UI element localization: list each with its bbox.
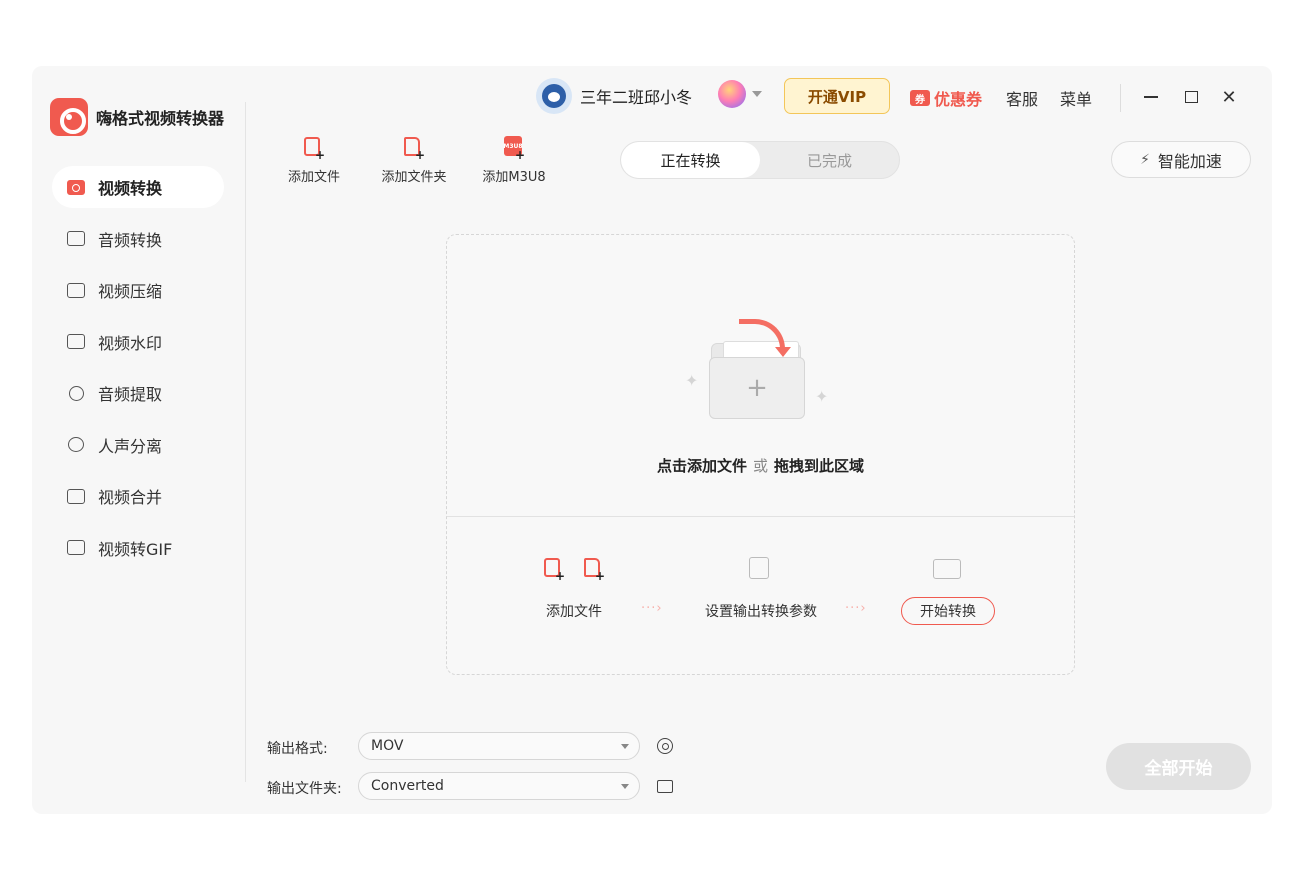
sidebar-item-label: 音频提取: [98, 381, 162, 405]
tab-completed[interactable]: 已完成: [760, 142, 899, 178]
add-m3u8-label: 添加M3U8: [482, 170, 545, 185]
output-format-label: 输出格式:: [267, 738, 328, 758]
add-m3u8-icon: M3U8+: [503, 136, 525, 160]
coupon-icon: 券: [910, 90, 930, 106]
output-folder-label: 输出文件夹:: [267, 778, 342, 798]
vip-button[interactable]: 开通VIP: [784, 78, 890, 114]
sidebar-item-video-convert[interactable]: 视频转换: [52, 166, 224, 208]
chevron-down-icon: [621, 744, 629, 749]
drop-hint-drag: 拖拽到此区域: [774, 457, 864, 475]
coupon-label: 优惠券: [934, 86, 982, 110]
sidebar-item-label: 视频水印: [98, 330, 162, 354]
chevron-down-icon: [621, 784, 629, 789]
status-tabs: 正在转换 已完成: [620, 141, 900, 179]
convert-video-icon: [933, 559, 961, 579]
sparkle-icon: ✦: [685, 371, 698, 390]
minimize-icon: [1144, 96, 1158, 98]
sidebar-item-video-merge[interactable]: 视频合并: [52, 475, 224, 517]
sidebar-item-label: 视频转换: [98, 175, 162, 199]
add-folder-label: 添加文件夹: [381, 170, 446, 185]
format-settings-button[interactable]: [656, 737, 674, 755]
sidebar-item-audio-extract[interactable]: 音频提取: [52, 372, 224, 414]
header-divider: [1120, 84, 1121, 112]
lightning-icon: ⚡: [1140, 152, 1150, 168]
user-profile[interactable]: 三年二班邱小冬: [536, 78, 692, 114]
folder-icon: [657, 780, 673, 793]
add-folder-icon: +: [403, 136, 425, 160]
tab-converting[interactable]: 正在转换: [621, 142, 760, 178]
sidebar-divider: [245, 102, 246, 782]
step-settings-label: 设置输出转换参数: [705, 601, 817, 621]
member-badge[interactable]: [718, 80, 762, 108]
video-watermark-icon: [66, 333, 86, 351]
video-convert-icon: [66, 178, 86, 196]
drop-zone[interactable]: + ✦ ✦ 点击添加文件或拖拽到此区域 + + 添加文件 ···› 设置输出转换…: [446, 234, 1075, 675]
drop-hint-click: 点击添加文件: [657, 457, 747, 475]
app-window: 嗨格式视频转换器 视频转换 音频转换 视频压缩 视频水印 音频提取 人声分离: [32, 66, 1272, 814]
output-folder-value: Converted: [371, 778, 444, 794]
step-arrow-icon: ···›: [641, 601, 663, 616]
accelerate-button[interactable]: ⚡ 智能加速: [1111, 141, 1251, 178]
diamond-icon: [718, 80, 746, 108]
open-folder-button[interactable]: [656, 777, 674, 795]
close-button[interactable]: ✕: [1216, 84, 1242, 110]
sidebar-item-label: 视频转GIF: [98, 536, 172, 560]
sidebar-item-video-watermark[interactable]: 视频水印: [52, 321, 224, 363]
start-all-button[interactable]: 全部开始: [1106, 743, 1251, 790]
audio-extract-icon: [66, 384, 86, 402]
menu-button[interactable]: 菜单: [1060, 86, 1092, 110]
app-title: 嗨格式视频转换器: [96, 105, 224, 129]
drop-divider: [447, 516, 1074, 517]
video-merge-icon: [66, 487, 86, 505]
drop-hint: 点击添加文件或拖拽到此区域: [447, 455, 1074, 476]
step-arrow-icon: ···›: [845, 601, 867, 616]
sidebar-nav: 视频转换 音频转换 视频压缩 视频水印 音频提取 人声分离 视频合并 视频转G: [52, 166, 224, 578]
output-folder-select[interactable]: Converted: [358, 772, 640, 800]
sidebar-item-label: 视频压缩: [98, 278, 162, 302]
output-format-value: MOV: [371, 738, 403, 754]
video-compress-icon: [66, 281, 86, 299]
avatar[interactable]: [536, 78, 572, 114]
maximize-button[interactable]: [1178, 84, 1204, 110]
accelerate-label: 智能加速: [1158, 148, 1222, 172]
sidebar-item-label: 人声分离: [98, 433, 162, 457]
app-brand: 嗨格式视频转换器: [50, 98, 224, 136]
sidebar-item-label: 视频合并: [98, 484, 162, 508]
sidebar-item-voice-separate[interactable]: 人声分离: [52, 424, 224, 466]
step-add-file-label: 添加文件: [546, 601, 602, 621]
app-logo-icon: [50, 98, 88, 136]
output-format-select[interactable]: MOV: [358, 732, 640, 760]
minimize-button[interactable]: [1138, 84, 1164, 110]
add-file-icon: +: [303, 136, 325, 160]
start-convert-button[interactable]: 开始转换: [901, 597, 995, 625]
chevron-down-icon: [752, 91, 762, 97]
maximize-icon: [1185, 91, 1198, 103]
video-gif-icon: [66, 539, 86, 557]
voice-separate-icon: [66, 436, 86, 454]
add-file-button[interactable]: + 添加文件: [269, 136, 359, 185]
add-m3u8-button[interactable]: M3U8+ 添加M3U8: [469, 136, 559, 185]
settings-icon: [657, 738, 673, 754]
audio-convert-icon: [66, 230, 86, 248]
sidebar-item-label: 音频转换: [98, 227, 162, 251]
add-folder-button[interactable]: + 添加文件夹: [369, 136, 459, 185]
sparkle-icon: ✦: [815, 387, 828, 406]
close-icon: ✕: [1221, 87, 1236, 108]
add-file-label: 添加文件: [288, 170, 340, 185]
step-add-file-icon: +: [543, 557, 565, 581]
username: 三年二班邱小冬: [580, 84, 692, 108]
coupon-button[interactable]: 券 优惠券: [910, 86, 982, 110]
sidebar-item-video-compress[interactable]: 视频压缩: [52, 269, 224, 311]
service-button[interactable]: 客服: [1006, 86, 1038, 110]
settings-file-icon: [749, 557, 769, 579]
drop-hint-or: 或: [753, 457, 768, 475]
sidebar-item-video-gif[interactable]: 视频转GIF: [52, 527, 224, 569]
step-add-folder-icon: +: [583, 557, 605, 581]
folder-upload-icon: +: [709, 325, 809, 421]
sidebar-item-audio-convert[interactable]: 音频转换: [52, 218, 224, 260]
